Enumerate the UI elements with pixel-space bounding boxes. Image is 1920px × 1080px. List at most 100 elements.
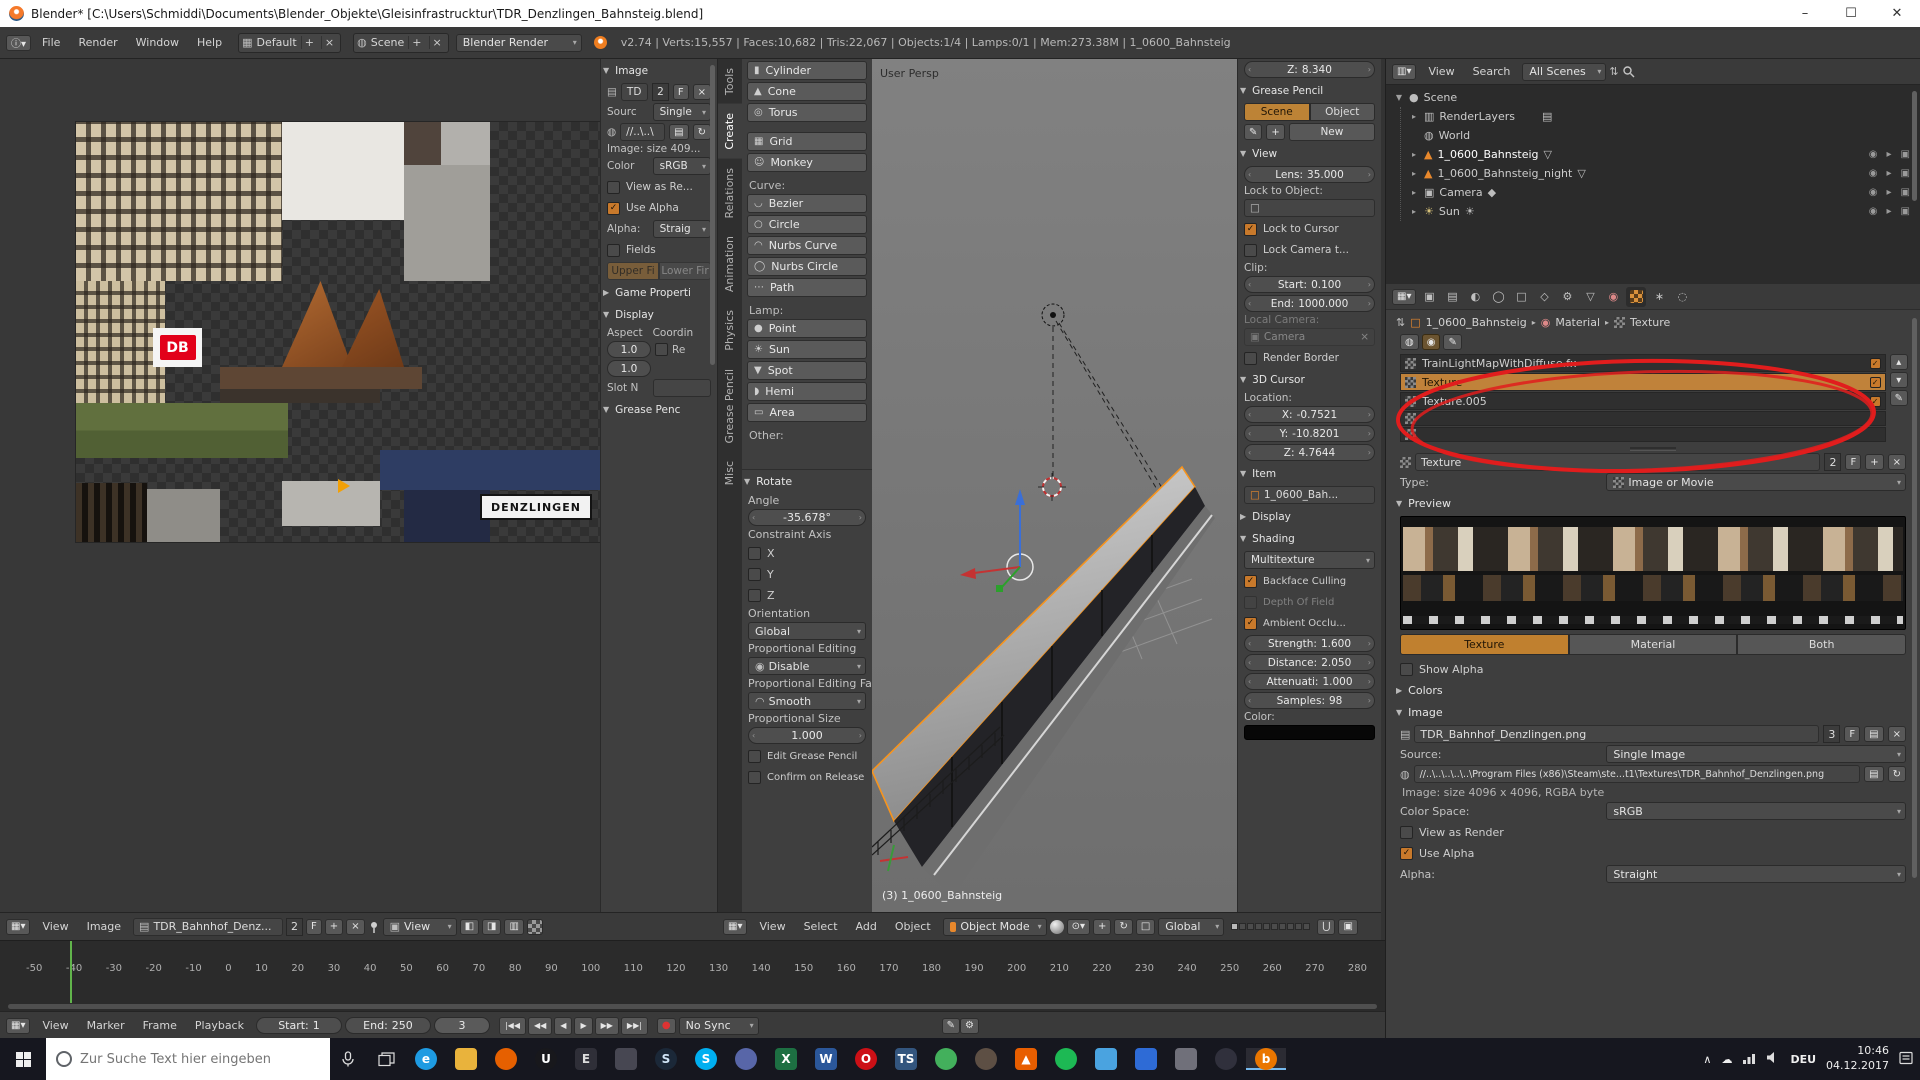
editor-type-icon[interactable]: ▦▾ [1392,289,1416,305]
expand-icon[interactable]: ▼ [1394,93,1404,102]
orientation-dropdown[interactable]: Global▾ [1158,918,1224,936]
sync-mode-dropdown[interactable]: No Sync▾ [679,1017,759,1035]
clear-icon[interactable]: × [1360,331,1369,343]
ao-attenuation-field[interactable]: ‹Attenuati:1.000› [1244,673,1375,690]
colorspace-dropdown[interactable]: sRGB▾ [1606,802,1906,820]
slot-enabled-checkbox[interactable]: ✓ [1870,358,1881,369]
translate-manipulator-icon[interactable]: + [1093,919,1111,935]
onedrive-icon[interactable]: ☁ [1721,1053,1732,1066]
expand-icon[interactable]: ▸ [1409,112,1419,121]
new-image-button[interactable]: + [325,919,343,935]
preview-both-tab[interactable]: Both [1737,634,1906,655]
snap-magnet-icon[interactable]: ⋃ [1317,919,1335,935]
local-camera-picker[interactable]: ▣Camera× [1244,328,1375,346]
add-curve-button[interactable]: ⋯Path [747,278,867,297]
uv-select-icon[interactable]: ◧ [460,919,479,935]
menu-item[interactable]: Search [1464,65,1520,78]
menu-item[interactable]: Playback [186,1019,253,1032]
outliner-row-bahnsteig[interactable]: ▸▲1_0600_Bahnsteig▽ ◉▸▣ [1401,145,1920,164]
editor-type-icon[interactable]: ▦▾ [723,919,747,935]
taskbar-app-gimp[interactable] [966,1048,1006,1070]
prev-keyframe-button[interactable]: ◀◀ [528,1017,552,1035]
reload-icon[interactable]: ↻ [1888,766,1906,782]
browse-icon[interactable]: ▤ [1864,726,1883,742]
taskbar-app-unreal-engine[interactable]: U [526,1048,566,1070]
gp-object-toggle[interactable]: Object [1310,103,1376,121]
taskbar-app-file-explorer[interactable] [446,1048,486,1070]
volume-icon[interactable] [1766,1051,1780,1067]
slot-name-field[interactable] [653,379,711,397]
fake-user-button[interactable]: F [306,919,322,935]
texture-type-dropdown[interactable]: Image or Movie▾ [1606,473,1906,491]
hide-icon[interactable]: ◉ [1869,206,1878,217]
shading-section-header[interactable]: ▼Shading [1240,528,1379,549]
menu-item[interactable]: Image [78,920,130,933]
timeline[interactable]: -50-40-30-20-100102030405060708090100110… [0,940,1385,1038]
gp-add-icon[interactable]: + [1266,124,1284,140]
depth-of-field-checkbox[interactable] [1244,596,1257,609]
scale-manipulator-icon[interactable]: □ [1136,919,1155,935]
toolshelf-tab[interactable]: Misc [718,452,742,494]
menu-item[interactable]: File [33,36,69,49]
start-button[interactable] [0,1038,46,1080]
lower-first-toggle[interactable]: Lower Fir [659,262,711,280]
add-curve-button[interactable]: ◯Nurbs Circle [747,257,867,276]
platform-object[interactable] [872,467,1215,897]
resize-grip[interactable] [1630,447,1676,451]
unlink-button[interactable]: × [1888,726,1906,742]
selectable-icon[interactable]: ▸ [1887,149,1892,160]
render-restrict-icon[interactable]: ▣ [1901,206,1910,217]
angle-field[interactable]: ‹-35.678°› [748,509,866,526]
menu-item[interactable]: Help [188,36,231,49]
add-lamp-button[interactable]: ◗Hemi [747,382,867,401]
taskbar-search[interactable] [46,1038,330,1080]
image-filepath-field[interactable]: //..\..\..\..\..\Program Files (x86)\Ste… [1414,765,1861,783]
preview-texture-tab[interactable]: Texture [1400,634,1569,655]
timeline-playhead[interactable] [70,941,72,1003]
keyframe-options-icon[interactable]: ⚙ [960,1018,979,1034]
record-button[interactable]: ● [657,1018,676,1034]
use-alpha-checkbox[interactable]: ✓ [1400,847,1413,860]
taskbar-app-discord[interactable] [726,1048,766,1070]
draw-alpha-icon[interactable] [527,919,543,935]
aspect-x-field[interactable]: 1.0 [607,341,651,358]
shading-mode-dropdown[interactable]: Multitexture▾ [1244,551,1375,569]
texture-context-material-button[interactable]: ◉ [1422,334,1441,350]
scrollbar[interactable] [710,65,715,365]
taskbar-app-obs[interactable] [1206,1048,1246,1070]
show-alpha-checkbox[interactable] [1400,663,1413,676]
hide-icon[interactable]: ◉ [1869,168,1878,179]
expand-icon[interactable]: ▸ [1409,150,1419,159]
toolshelf-tab[interactable]: Relations [718,159,742,228]
axis-y-checkbox[interactable] [748,568,761,581]
expand-icon[interactable]: ▸ [1409,169,1419,178]
slot-move-down-button[interactable]: ▾ [1890,372,1908,388]
outliner-row-world[interactable]: ◍World [1401,126,1920,145]
proportional-size-field[interactable]: ‹1.000› [748,727,866,744]
end-frame-field[interactable]: End:250 [345,1017,431,1034]
uv-image-editor-canvas[interactable]: DB DENZLINGEN [0,59,600,912]
start-frame-field[interactable]: Start:1 [256,1017,342,1034]
render-restrict-icon[interactable]: ▣ [1901,149,1910,160]
add-curve-button[interactable]: ◡Bezier [747,194,867,213]
add-curve-button[interactable]: ◠Nurbs Curve [747,236,867,255]
editor-mode-dropdown[interactable]: ▣View▾ [383,918,457,936]
filepath-field[interactable]: //..\..\ [620,123,665,141]
view-as-render-checkbox[interactable] [607,181,620,194]
breadcrumb-object[interactable]: 1_0600_Bahnsteig [1426,316,1527,329]
backface-culling-checkbox[interactable]: ✓ [1244,575,1257,588]
taskbar-app-excel[interactable]: X [766,1048,806,1070]
tab-modifiers[interactable]: ⚙ [1557,287,1577,307]
add-primitive-button[interactable]: ◎Torus [747,103,867,122]
texture-context-world-button[interactable]: ◍ [1400,334,1419,350]
lock-object-picker[interactable]: □ [1244,199,1375,217]
render-slot-icon[interactable]: ▥ [504,919,523,935]
next-keyframe-button[interactable]: ▶▶ [595,1017,619,1035]
toolshelf-tab[interactable]: Grease Pencil [718,360,742,452]
add-lamp-button[interactable]: ●Point [747,319,867,338]
transform-manipulator[interactable] [960,489,1033,592]
pivot-point-icon[interactable]: ⊙▾ [1067,919,1090,935]
play-reverse-button[interactable]: ◀ [554,1017,572,1035]
menu-item[interactable]: View [1419,65,1463,78]
tab-world[interactable]: ◯ [1488,287,1508,307]
